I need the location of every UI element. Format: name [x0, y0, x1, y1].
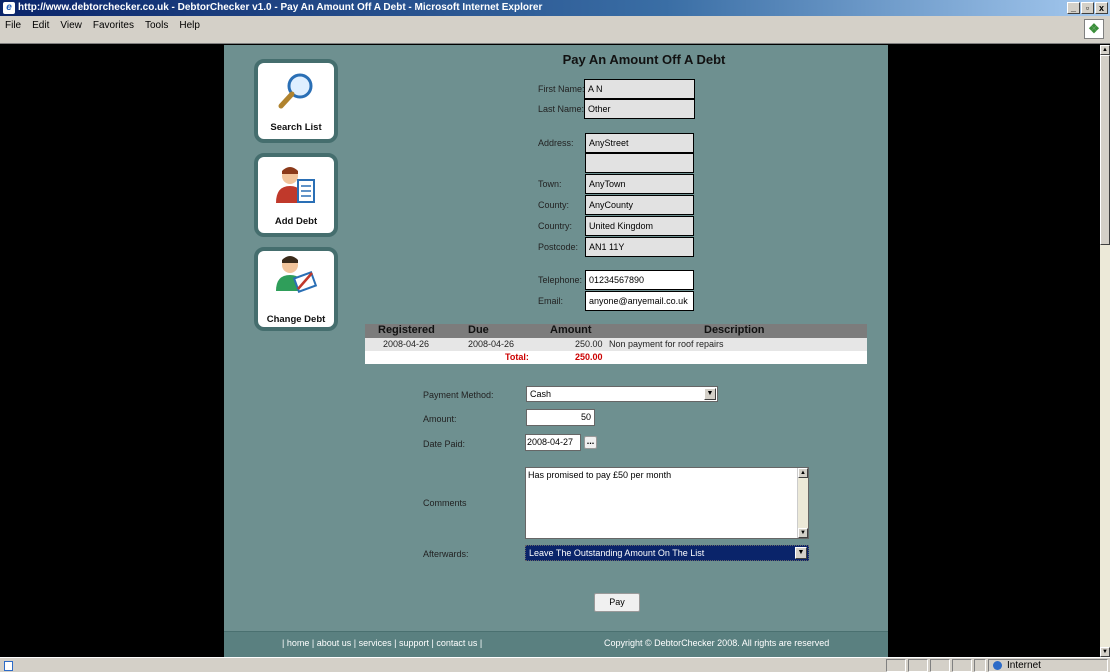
cell-amount: 250.00	[575, 339, 603, 349]
address-line1-field: AnyStreet	[585, 133, 694, 153]
page-footer: | home | about us | services | support |…	[224, 631, 888, 657]
windows-logo-icon: ❖	[1084, 19, 1104, 39]
person-document-icon	[276, 167, 315, 203]
menu-view[interactable]: View	[60, 20, 82, 31]
magnifier-icon	[278, 73, 313, 109]
cell-registered: 2008-04-26	[383, 339, 430, 349]
cell-due: 2008-04-26	[468, 339, 515, 349]
status-text-cell	[0, 659, 884, 672]
col-amount: Amount	[550, 324, 592, 336]
ie-logo-icon: e	[3, 2, 15, 14]
search-list-label: Search List	[270, 122, 322, 133]
pay-button[interactable]: Pay	[594, 593, 640, 612]
chevron-down-icon[interactable]: ▼	[795, 547, 807, 559]
postcode-field: AN1 11Y	[585, 237, 694, 257]
country-field: United Kingdom	[585, 216, 694, 236]
window-title: http://www.debtorchecker.co.uk - DebtorC…	[18, 2, 543, 13]
person-pen-icon	[276, 256, 318, 293]
scroll-up-icon[interactable]: ▲	[1100, 45, 1110, 55]
col-registered: Registered	[378, 324, 435, 336]
amount-label: Amount:	[423, 414, 457, 424]
first-name-field: A N	[584, 79, 695, 99]
status-cell	[952, 659, 972, 672]
email-field: anyone@anyemail.co.uk	[585, 291, 694, 311]
copyright-text: Copyright © DebtorChecker 2008. All righ…	[604, 638, 830, 648]
county-field: AnyCounty	[585, 195, 694, 215]
page-icon	[4, 661, 13, 671]
footer-link-services[interactable]: services	[359, 638, 392, 648]
comments-label: Comments	[423, 498, 467, 508]
globe-icon	[993, 661, 1002, 670]
menu-tools[interactable]: Tools	[145, 20, 168, 31]
maximize-button[interactable]: ▫	[1081, 2, 1094, 14]
zone-label: Internet	[1007, 660, 1041, 671]
payment-method-value: Cash	[530, 389, 552, 399]
footer-separator: |	[282, 638, 285, 648]
search-list-button[interactable]: Search List	[254, 59, 338, 143]
total-label: Total:	[505, 352, 529, 362]
footer-link-contact[interactable]: contact us	[436, 638, 477, 648]
debts-table: Registered Due Amount Description 2008-0…	[365, 324, 867, 364]
status-cell	[886, 659, 906, 672]
menu-bar: File Edit View Favorites Tools Help ❖	[0, 16, 1110, 44]
total-row: Total: 250.00	[365, 351, 867, 364]
col-due: Due	[468, 324, 489, 336]
menu-favorites[interactable]: Favorites	[93, 20, 134, 31]
page-scrollbar[interactable]: ▲ ▼	[1100, 45, 1110, 657]
scroll-up-icon[interactable]: ▲	[798, 468, 808, 478]
comments-scrollbar[interactable]: ▲ ▼	[797, 468, 808, 538]
security-zone: Internet	[988, 659, 1108, 672]
add-debt-label: Add Debt	[274, 216, 318, 227]
telephone-field: 01234567890	[585, 270, 694, 290]
date-paid-input[interactable]: 2008-04-27	[525, 434, 581, 451]
minimize-button[interactable]: _	[1067, 2, 1080, 14]
comments-textarea[interactable]: Has promised to pay £50 per month ▲ ▼	[525, 467, 809, 539]
close-button[interactable]: x	[1095, 2, 1108, 14]
chevron-down-icon[interactable]: ▼	[704, 388, 716, 400]
scrollbar-thumb[interactable]	[1100, 55, 1110, 245]
town-field: AnyTown	[585, 174, 694, 194]
footer-separator: |	[479, 638, 483, 648]
payment-method-select[interactable]: Cash ▼	[526, 386, 718, 402]
date-paid-label: Date Paid:	[423, 439, 466, 449]
change-debt-label: Change Debt	[266, 314, 326, 325]
menu-file[interactable]: File	[5, 20, 21, 31]
scroll-down-icon[interactable]: ▼	[1100, 647, 1110, 657]
footer-link-support[interactable]: support	[399, 638, 429, 648]
footer-link-home[interactable]: home	[287, 638, 310, 648]
afterwards-value: Leave The Outstanding Amount On The List	[529, 548, 705, 558]
total-value: 250.00	[575, 352, 603, 362]
page-title: Pay An Amount Off A Debt	[562, 52, 726, 67]
payment-method-label: Payment Method:	[423, 390, 494, 400]
footer-links: | home | about us | services | support |…	[282, 638, 483, 648]
col-description: Description	[704, 324, 765, 336]
amount-input[interactable]: 50	[526, 409, 595, 426]
cell-description: Non payment for roof repairs	[609, 339, 724, 349]
window-titlebar: e http://www.debtorchecker.co.uk - Debto…	[0, 0, 1110, 16]
status-cell	[908, 659, 928, 672]
menu-edit[interactable]: Edit	[32, 20, 49, 31]
date-picker-button[interactable]: ...	[584, 436, 597, 449]
address-line2-field	[585, 153, 694, 173]
comments-text: Has promised to pay £50 per month	[528, 470, 672, 480]
afterwards-select[interactable]: Leave The Outstanding Amount On The List…	[525, 545, 809, 561]
status-cell	[974, 659, 986, 672]
status-bar: Internet	[0, 657, 1110, 672]
last-name-field: Other	[584, 99, 695, 119]
menu-help[interactable]: Help	[179, 20, 200, 31]
afterwards-label: Afterwards:	[423, 549, 469, 559]
table-row: 2008-04-26 2008-04-26 250.00 Non payment…	[365, 338, 867, 351]
browser-viewport: Search List Add Debt Change Debt Pay An …	[0, 45, 1100, 657]
change-debt-button[interactable]: Change Debt	[254, 247, 338, 331]
page-container: Search List Add Debt Change Debt Pay An …	[224, 45, 888, 657]
debts-table-header: Registered Due Amount Description	[365, 324, 867, 338]
footer-link-about[interactable]: about us	[317, 638, 352, 648]
status-cell	[930, 659, 950, 672]
add-debt-button[interactable]: Add Debt	[254, 153, 338, 237]
scroll-down-icon[interactable]: ▼	[798, 528, 808, 538]
